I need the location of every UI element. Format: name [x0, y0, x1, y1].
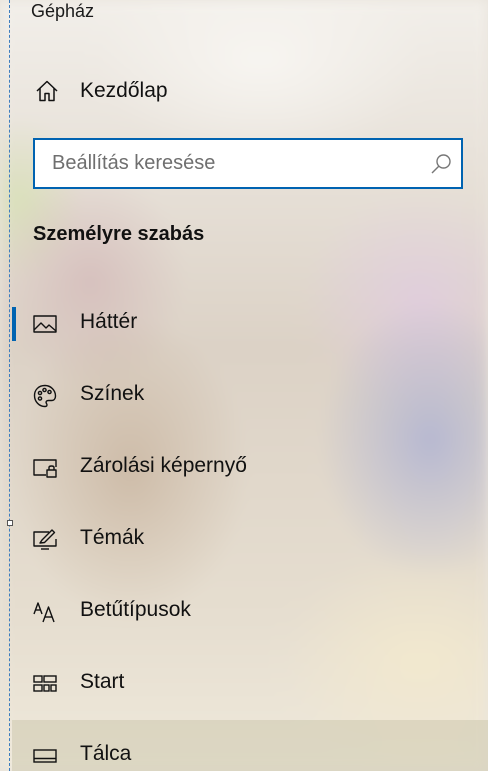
lock-screen-icon	[32, 455, 58, 481]
app-title: Gépház	[31, 1, 95, 21]
taskbar-icon	[32, 743, 58, 769]
search-icon[interactable]	[429, 152, 453, 176]
section-title: Személyre szabás	[33, 223, 205, 245]
nav-item-label: Háttér	[80, 310, 138, 333]
nav-item-background[interactable]: Háttér	[12, 288, 488, 360]
palette-icon	[32, 383, 58, 409]
nav-item-label: Színek	[80, 382, 145, 405]
nav-item-label: Betűtípusok	[80, 598, 191, 621]
nav-item-label: Start	[80, 670, 125, 693]
nav-item-home-label: Kezdőlap	[80, 79, 168, 102]
home-icon	[34, 78, 60, 104]
nav-item-taskbar[interactable]: Tálca	[12, 720, 488, 771]
search-input[interactable]	[35, 140, 425, 187]
start-icon	[32, 671, 58, 697]
nav-item-home[interactable]: Kezdőlap	[12, 68, 488, 114]
nav-list: Háttér Színek Zárolási képernyő Témák Be…	[12, 288, 488, 771]
picture-icon	[32, 311, 58, 337]
nav-item-label: Zárolási képernyő	[80, 454, 247, 477]
nav-item-themes[interactable]: Témák	[12, 504, 488, 576]
settings-navigation-pane: Gépház Kezdőlap Személyre szabás	[0, 0, 488, 771]
nav-item-lock-screen[interactable]: Zárolási képernyő	[12, 432, 488, 504]
nav-item-colors[interactable]: Színek	[12, 360, 488, 432]
themes-icon	[32, 527, 58, 553]
fonts-icon	[32, 599, 58, 625]
nav-item-label: Témák	[80, 526, 145, 549]
search-field[interactable]	[33, 138, 463, 189]
nav-item-fonts[interactable]: Betűtípusok	[12, 576, 488, 648]
nav-item-start[interactable]: Start	[12, 648, 488, 720]
nav-item-label: Tálca	[80, 742, 132, 765]
